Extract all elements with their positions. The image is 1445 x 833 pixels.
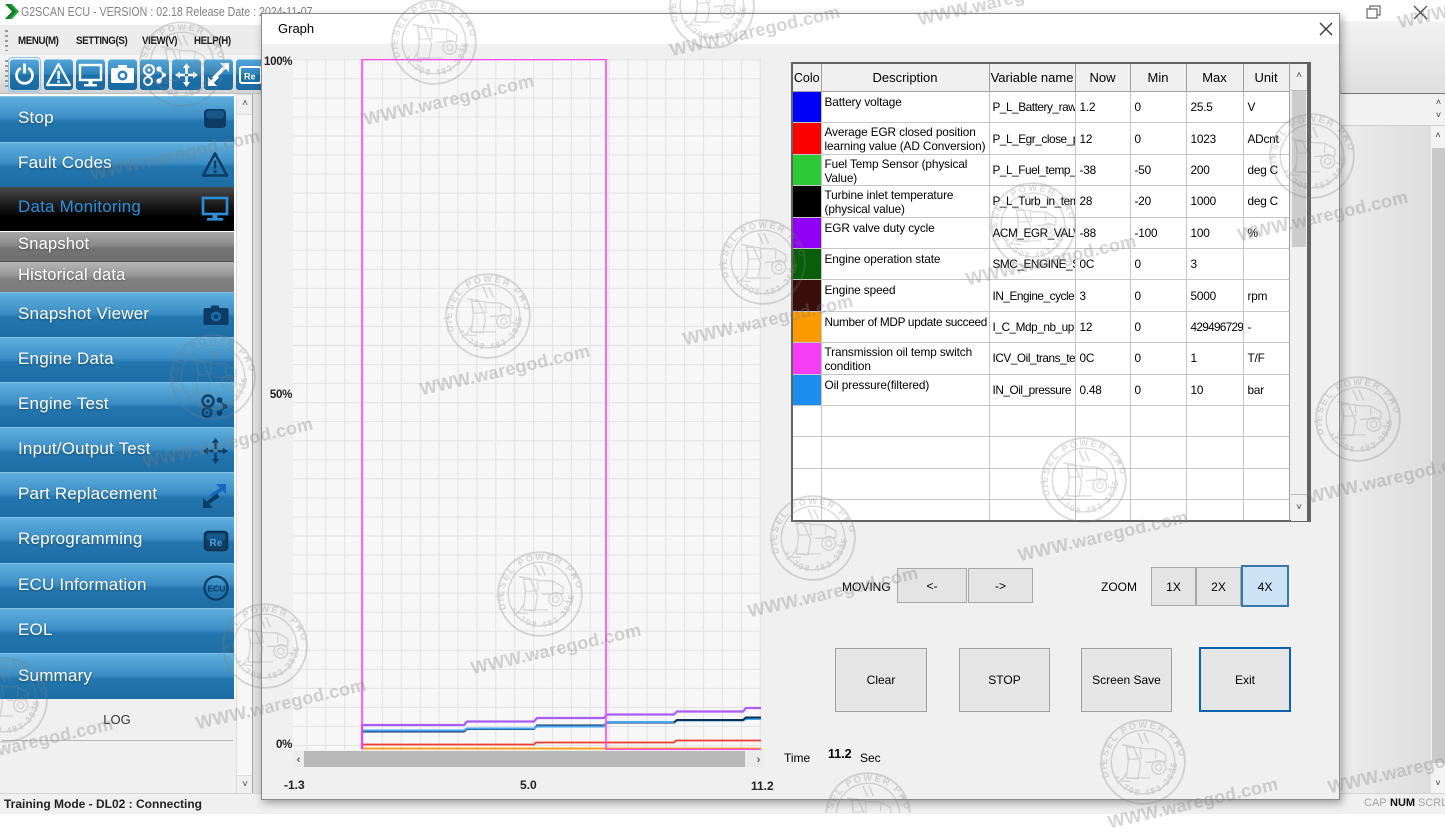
svg-text:Re: Re <box>210 538 223 549</box>
svg-text:Re: Re <box>244 72 256 82</box>
svg-text:ECU: ECU <box>208 583 226 593</box>
